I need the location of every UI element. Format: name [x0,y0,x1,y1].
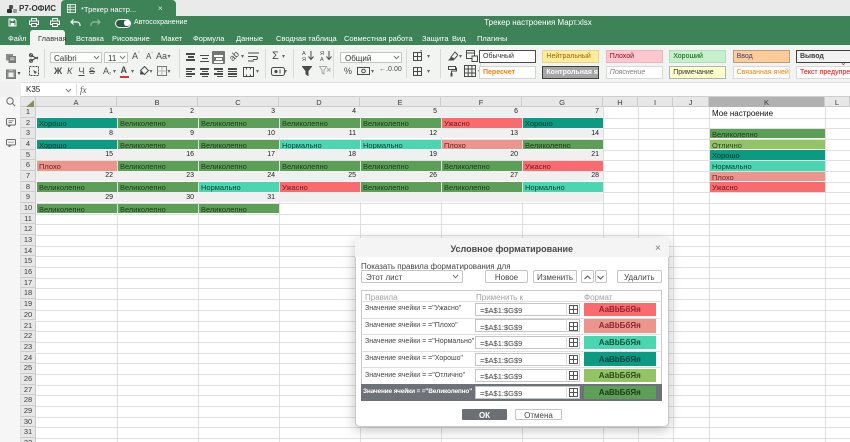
svg-text:*: * [420,50,423,56]
svg-text:-: - [420,65,422,71]
svg-text:А: А [320,57,324,61]
svg-text:Я: Я [302,57,306,61]
